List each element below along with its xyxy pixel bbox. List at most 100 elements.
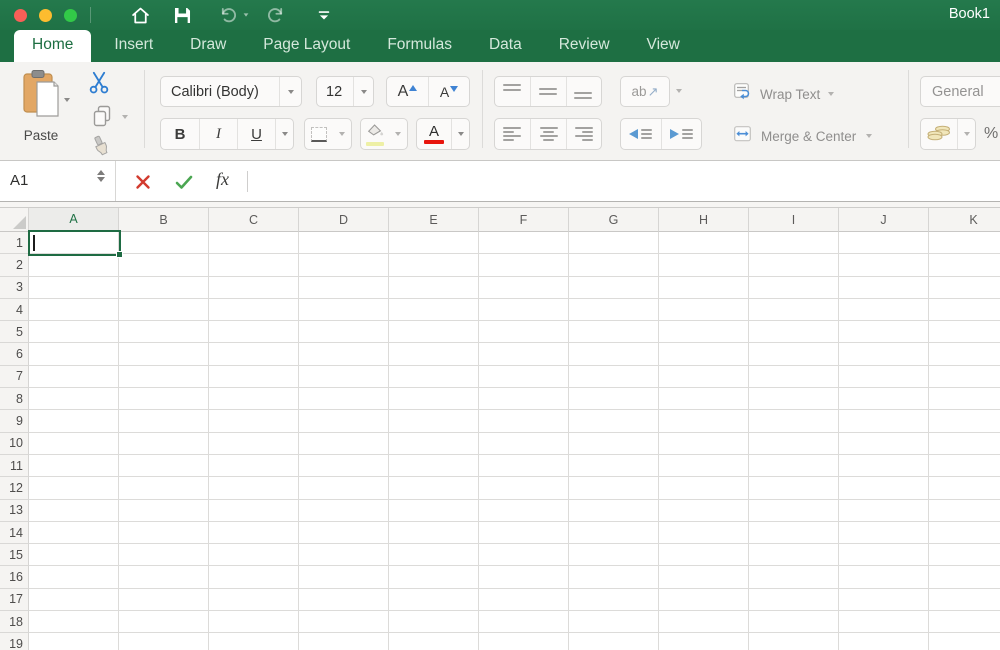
cell-J14[interactable] bbox=[839, 521, 929, 545]
cell-D10[interactable] bbox=[299, 432, 389, 455]
cell-F13[interactable] bbox=[479, 499, 569, 522]
column-header-G[interactable]: G bbox=[569, 208, 659, 232]
merge-center-button[interactable]: Merge & Center bbox=[734, 125, 873, 146]
formula-input[interactable] bbox=[252, 161, 1000, 201]
cell-J18[interactable] bbox=[839, 611, 929, 634]
tab-page-layout[interactable]: Page Layout bbox=[263, 30, 350, 62]
undo-dropdown[interactable] bbox=[243, 0, 249, 30]
cell-J15[interactable] bbox=[839, 544, 929, 567]
cell-I15[interactable] bbox=[749, 544, 839, 567]
cell-E5[interactable] bbox=[389, 321, 479, 344]
tab-view[interactable]: View bbox=[647, 30, 680, 62]
align-left-button[interactable] bbox=[495, 119, 530, 149]
cell-I7[interactable] bbox=[749, 365, 839, 389]
cell-D5[interactable] bbox=[299, 321, 389, 344]
row-header-16[interactable]: 16 bbox=[0, 566, 29, 589]
cell-D12[interactable] bbox=[299, 477, 389, 500]
cell-H4[interactable] bbox=[659, 298, 749, 322]
cell-A7[interactable] bbox=[29, 365, 119, 389]
cell-A14[interactable] bbox=[29, 521, 119, 545]
cell-B15[interactable] bbox=[119, 544, 209, 567]
cell-K18[interactable] bbox=[929, 611, 1000, 634]
column-header-K[interactable]: K bbox=[929, 208, 1000, 232]
cell-C7[interactable] bbox=[209, 365, 299, 389]
cell-F7[interactable] bbox=[479, 365, 569, 389]
cell-F15[interactable] bbox=[479, 544, 569, 567]
cell-H14[interactable] bbox=[659, 521, 749, 545]
cell-J13[interactable] bbox=[839, 499, 929, 522]
cell-G13[interactable] bbox=[569, 499, 659, 522]
cell-C2[interactable] bbox=[209, 254, 299, 277]
cell-C9[interactable] bbox=[209, 410, 299, 433]
cell-B3[interactable] bbox=[119, 276, 209, 299]
column-header-J[interactable]: J bbox=[839, 208, 929, 232]
cell-H11[interactable] bbox=[659, 454, 749, 478]
column-header-I[interactable]: I bbox=[749, 208, 839, 232]
cell-F19[interactable] bbox=[479, 633, 569, 650]
cell-I2[interactable] bbox=[749, 254, 839, 277]
close-button[interactable] bbox=[14, 8, 27, 22]
cell-K16[interactable] bbox=[929, 566, 1000, 589]
row-header-15[interactable]: 15 bbox=[0, 544, 29, 567]
cell-E17[interactable] bbox=[389, 588, 479, 612]
name-box[interactable]: A1 bbox=[10, 172, 28, 189]
cell-B17[interactable] bbox=[119, 588, 209, 612]
cell-K1[interactable] bbox=[929, 232, 1000, 255]
cell-H3[interactable] bbox=[659, 276, 749, 299]
cell-A11[interactable] bbox=[29, 454, 119, 478]
cell-E9[interactable] bbox=[389, 410, 479, 433]
tab-home[interactable]: Home bbox=[14, 30, 92, 62]
column-header-A[interactable]: A bbox=[29, 208, 119, 232]
cell-A17[interactable] bbox=[29, 588, 119, 612]
cell-E10[interactable] bbox=[389, 432, 479, 455]
cell-K6[interactable] bbox=[929, 343, 1000, 366]
row-header-7[interactable]: 7 bbox=[0, 365, 29, 389]
cell-G8[interactable] bbox=[569, 388, 659, 411]
cell-F14[interactable] bbox=[479, 521, 569, 545]
insert-function-button[interactable]: fx bbox=[216, 169, 229, 190]
cell-H2[interactable] bbox=[659, 254, 749, 277]
cell-B6[interactable] bbox=[119, 343, 209, 366]
cell-E18[interactable] bbox=[389, 611, 479, 634]
paste-dropdown[interactable] bbox=[64, 98, 70, 102]
cell-G5[interactable] bbox=[569, 321, 659, 344]
italic-button[interactable]: I bbox=[199, 119, 237, 149]
cell-H15[interactable] bbox=[659, 544, 749, 567]
cell-G18[interactable] bbox=[569, 611, 659, 634]
cell-K5[interactable] bbox=[929, 321, 1000, 344]
cell-H9[interactable] bbox=[659, 410, 749, 433]
cell-K7[interactable] bbox=[929, 365, 1000, 389]
cell-I19[interactable] bbox=[749, 633, 839, 650]
column-header-F[interactable]: F bbox=[479, 208, 569, 232]
cell-A5[interactable] bbox=[29, 321, 119, 344]
cell-B7[interactable] bbox=[119, 365, 209, 389]
home-shortcut-button[interactable] bbox=[128, 0, 152, 30]
row-header-1[interactable]: 1 bbox=[0, 232, 29, 255]
cell-D16[interactable] bbox=[299, 566, 389, 589]
cell-H19[interactable] bbox=[659, 633, 749, 650]
cell-H18[interactable] bbox=[659, 611, 749, 634]
column-header-D[interactable]: D bbox=[299, 208, 389, 232]
bottom-align-button[interactable] bbox=[565, 77, 601, 106]
cell-G11[interactable] bbox=[569, 454, 659, 478]
cell-I11[interactable] bbox=[749, 454, 839, 478]
cell-J11[interactable] bbox=[839, 454, 929, 478]
cell-H10[interactable] bbox=[659, 432, 749, 455]
cell-F2[interactable] bbox=[479, 254, 569, 277]
cell-G19[interactable] bbox=[569, 633, 659, 650]
cell-B1[interactable] bbox=[119, 232, 209, 255]
cell-C17[interactable] bbox=[209, 588, 299, 612]
cell-F4[interactable] bbox=[479, 298, 569, 322]
cell-E8[interactable] bbox=[389, 388, 479, 411]
cell-G14[interactable] bbox=[569, 521, 659, 545]
cell-A13[interactable] bbox=[29, 499, 119, 522]
cell-I16[interactable] bbox=[749, 566, 839, 589]
cell-E11[interactable] bbox=[389, 454, 479, 478]
underline-button[interactable]: U bbox=[237, 119, 275, 149]
percent-style-button[interactable]: % bbox=[984, 122, 998, 146]
cell-A4[interactable] bbox=[29, 298, 119, 322]
tab-formulas[interactable]: Formulas bbox=[387, 30, 452, 62]
cell-I12[interactable] bbox=[749, 477, 839, 500]
cell-E1[interactable] bbox=[389, 232, 479, 255]
cell-A18[interactable] bbox=[29, 611, 119, 634]
